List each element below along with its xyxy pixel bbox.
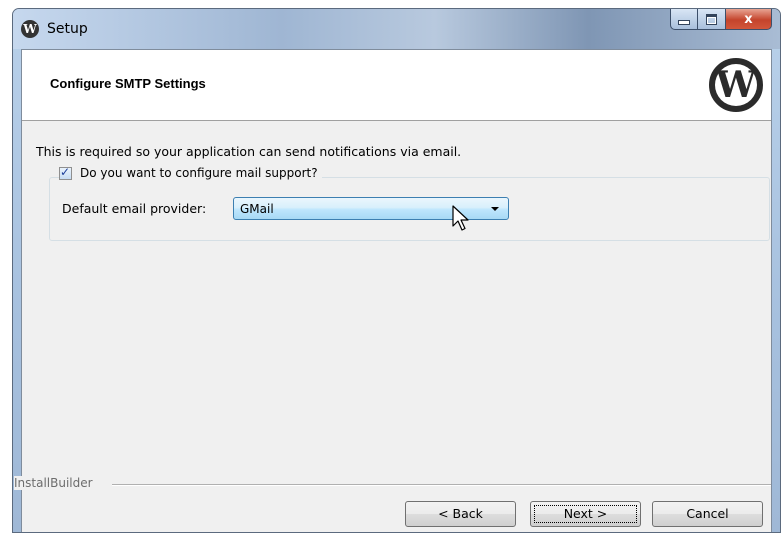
- minimize-button[interactable]: [670, 9, 698, 30]
- checkmark-icon: ✓: [60, 164, 71, 179]
- provider-label: Default email provider:: [62, 201, 207, 216]
- cancel-button[interactable]: Cancel: [652, 501, 763, 527]
- mail-support-label: Do you want to configure mail support?: [80, 166, 318, 180]
- next-button[interactable]: Next >: [530, 501, 641, 527]
- close-icon: x: [744, 11, 753, 27]
- mouse-cursor-icon: [452, 205, 469, 231]
- installbuilder-brand: InstallBuilder: [14, 476, 99, 490]
- mail-support-option[interactable]: ✓ Do you want to configure mail support?: [59, 164, 322, 180]
- close-button[interactable]: x: [726, 9, 772, 30]
- title-bar[interactable]: W Setup x: [13, 9, 780, 49]
- description-text: This is required so your application can…: [36, 144, 462, 159]
- setup-window: W Setup x Configure SMTP Settings W This…: [12, 8, 781, 533]
- dropdown-arrow-icon: [491, 207, 499, 211]
- wordpress-logo-icon: W: [709, 58, 763, 112]
- window-title: Setup: [47, 21, 88, 37]
- back-button[interactable]: < Back: [405, 501, 516, 527]
- page-title: Configure SMTP Settings: [50, 76, 206, 91]
- maximize-button[interactable]: [698, 9, 726, 30]
- caption-buttons: x: [670, 9, 772, 31]
- wordpress-logo-glyph: W: [715, 64, 757, 106]
- wizard-client-area: Configure SMTP Settings W This is requir…: [14, 49, 772, 532]
- wordpress-app-icon: W: [21, 20, 39, 38]
- provider-select-value: GMail: [240, 202, 274, 216]
- minimize-icon: [678, 19, 690, 25]
- background-strip: [0, 0, 12, 533]
- maximize-icon: [706, 13, 717, 25]
- mail-support-checkbox[interactable]: ✓: [59, 164, 72, 180]
- focus-rectangle: [534, 505, 637, 523]
- footer-divider: [112, 484, 771, 486]
- wizard-header: Configure SMTP Settings W: [22, 50, 771, 121]
